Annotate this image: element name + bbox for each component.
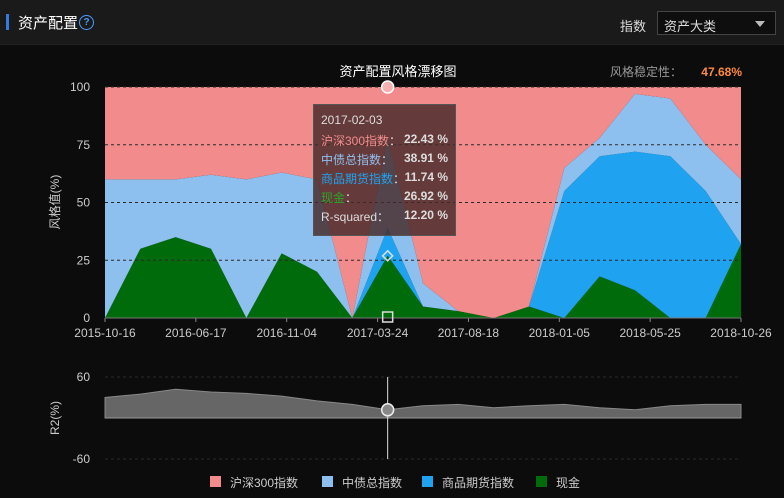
legend-swatch — [422, 476, 433, 487]
tooltip-row-name: 沪深300指数： — [321, 134, 402, 148]
tooltip-row-separator: ： — [389, 134, 402, 148]
main-y-tick-label-3: 75 — [77, 138, 91, 152]
legend-label: 沪深300指数 — [230, 476, 299, 490]
hs300-hover-marker — [380, 80, 395, 94]
legend-label: 商品期货指数 — [442, 476, 515, 490]
main-y-tick-label-1: 25 — [77, 253, 91, 267]
stability-label: 风格稳定性： — [610, 64, 682, 79]
tooltip-row-separator: ： — [345, 191, 358, 205]
chart-title: 资产配置风格漂移图 — [339, 64, 456, 79]
hover-tooltip: 2017-02-03 沪深300指数： 22.43 % 中债总指数： 38.91 % 商… — [313, 104, 456, 236]
main-y-tick-label-4: 100 — [70, 80, 90, 94]
tooltip-row-name: 商品期货指数： — [321, 172, 406, 186]
main-y-tick-label-0: 0 — [83, 311, 90, 325]
main-y-axis-label: 风格值(%) — [47, 175, 62, 230]
main-x-tick-label-1: 2016-06-17 — [165, 326, 227, 340]
legend-swatch — [210, 476, 221, 487]
r2-y-tick-label-0: -60 — [73, 452, 91, 466]
main-x-tick-label-6: 2018-05-25 — [619, 326, 681, 340]
legend-swatch — [536, 476, 547, 487]
tooltip-row-separator: ： — [381, 153, 394, 167]
style-drift-chart: 资产配置风格漂移图 风格稳定性： 47.68% 0 25 50 75 100 2015-… — [47, 64, 772, 466]
r2-y-axis-label: R2(%) — [48, 401, 62, 435]
main-x-tick-label-3: 2017-03-24 — [347, 326, 409, 340]
stability-value: 47.68% — [701, 65, 742, 79]
r2-plot — [104, 388, 742, 419]
tooltip-date: 2017-02-03 — [321, 113, 383, 127]
tooltip-row-name: 中债总指数： — [321, 153, 394, 167]
main-x-tick-label-5: 2018-01-05 — [529, 326, 591, 340]
tooltip-row-value: 26.92 % — [403, 189, 448, 203]
main-x-axis: 2015-10-16 2016-06-17 2016-11-04 2017-03-24… — [74, 317, 772, 340]
legend-label: 中债总指数 — [342, 476, 403, 490]
tooltip-row-value: 38.91 % — [403, 151, 448, 165]
tooltip-row-separator: ： — [377, 210, 390, 224]
main-y-tick-label-2: 50 — [77, 196, 91, 210]
tooltip-row-value: 22.43 % — [403, 132, 448, 146]
main-x-tick-label-4: 2017-08-18 — [438, 326, 500, 340]
tooltip-row-value: 11.74 % — [404, 170, 448, 184]
tooltip-row-value: 12.20 % — [403, 208, 448, 222]
r2-hover-marker — [380, 403, 395, 417]
main-x-tick-label-0: 2015-10-16 — [74, 326, 136, 340]
r2-area — [104, 388, 742, 419]
r2-y-tick-label-1: 60 — [77, 370, 91, 384]
tooltip-row-name: 现金： — [321, 191, 358, 205]
legend-swatch — [322, 476, 333, 487]
legend-label: 现金 — [556, 476, 581, 490]
tooltip-row-separator: ： — [393, 172, 406, 186]
tooltip-row-name: R-squared： — [321, 210, 390, 224]
main-x-tick-label-7: 2018-10-26 — [710, 326, 772, 340]
main-x-tick-label-2: 2016-11-04 — [256, 326, 317, 340]
